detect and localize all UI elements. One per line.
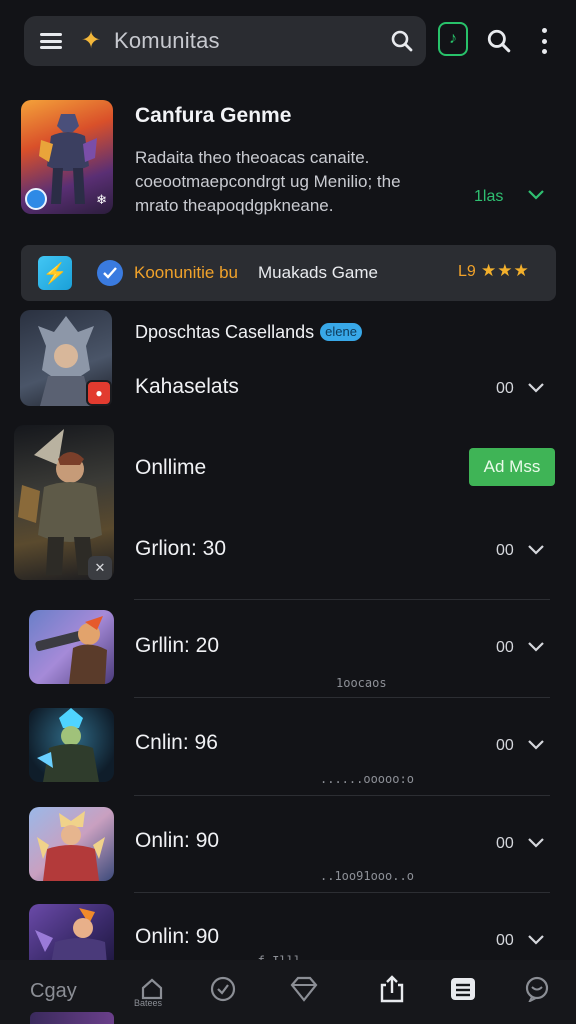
banner-text: Muakads Game [258, 263, 378, 282]
row-count: 00 [496, 835, 514, 852]
divider [134, 795, 550, 796]
banner-highlight: Koonunitie bu [134, 263, 238, 282]
gunner-artwork [35, 616, 107, 684]
row-title: Dposchtas Casellands elene [135, 322, 362, 343]
music-note-icon[interactable]: ♪ [438, 22, 468, 56]
check-icon [97, 260, 123, 286]
featured-description: Radaita theo theoacas canaite. coeootmae… [135, 148, 401, 215]
search-icon[interactable] [390, 29, 414, 53]
row-title: Onllime [135, 456, 207, 479]
more-vertical-icon[interactable] [540, 28, 548, 54]
row-label: Cnlin: 96 [135, 731, 218, 754]
search-bar[interactable]: ✦ Komunitas [24, 16, 426, 66]
game-avatar-peek [30, 1012, 114, 1024]
game-badge-icon [25, 188, 47, 210]
red-badge-icon: ● [86, 380, 112, 406]
list-icon[interactable] [448, 974, 478, 1004]
chevron-down-icon[interactable] [528, 383, 544, 393]
banner-rating: L9 [458, 263, 476, 280]
status-tag: elene [320, 323, 362, 341]
row-label: Kahaselats [135, 375, 239, 398]
warrior-artwork [39, 114, 97, 204]
row-label: Grlion: 30 [135, 537, 227, 560]
row-count: 00 [496, 737, 514, 754]
diamond-icon[interactable] [289, 974, 319, 1004]
row-label: Grllin: 20 [135, 634, 220, 657]
featured-game-thumbnail: ❄ [21, 100, 113, 214]
nav-label[interactable]: Cgay [30, 980, 77, 1003]
featured-meta: 1las [474, 188, 504, 205]
row-count: 00 [496, 542, 514, 559]
featured-game[interactable]: ❄ Canfura Genme Radaita theo theoacas ca… [0, 96, 576, 230]
check-circle-icon[interactable] [208, 974, 238, 1004]
row-count: 00 [496, 639, 514, 656]
divider [134, 599, 550, 600]
row-count: 00 [496, 380, 514, 397]
home-nav-label: Batees [134, 998, 163, 1008]
row-label: Onlin: 90 [135, 925, 220, 948]
row-subtext: ......ooooo:o [320, 772, 414, 786]
search-icon[interactable] [486, 28, 512, 54]
tools-icon: ✕ [88, 556, 112, 580]
row-count: 00 [496, 932, 514, 949]
divider [134, 892, 550, 893]
row-subtext: ..1oo91ooo..o [320, 869, 414, 883]
chevron-down-icon[interactable] [528, 740, 544, 750]
row-subtext: 1oocaos [336, 676, 387, 690]
action-button[interactable]: Ad Mss [469, 448, 555, 486]
star-logo-icon: ✦ [80, 27, 102, 54]
rating-stars: ★★★ [481, 261, 530, 280]
game-avatar[interactable] [29, 610, 114, 684]
game-avatar[interactable] [29, 708, 114, 782]
mage-artwork [35, 908, 107, 964]
chevron-down-icon[interactable] [528, 838, 544, 848]
game-avatar[interactable] [29, 904, 114, 964]
row-label: Onlin: 90 [135, 829, 220, 852]
divider [134, 697, 550, 698]
top-bar: ✦ Komunitas ♪ [0, 0, 576, 84]
hamburger-icon[interactable] [40, 33, 62, 49]
chevron-down-icon[interactable] [528, 642, 544, 652]
chevron-down-icon[interactable] [528, 190, 544, 200]
bolt-icon: ⚡ [38, 256, 72, 290]
community-banner[interactable]: ⚡ Koonunitie bu Muakads Game L9 ★★★ [21, 245, 556, 301]
chevron-down-icon[interactable] [528, 935, 544, 945]
game-avatar[interactable] [29, 807, 114, 881]
app-title: Komunitas [114, 28, 220, 53]
fighter-artwork [37, 811, 105, 881]
chevron-down-icon[interactable] [528, 545, 544, 555]
snowflake-icon: ❄ [96, 192, 107, 207]
featured-title: Canfura Genme [135, 104, 292, 127]
share-icon[interactable] [377, 974, 407, 1004]
chat-icon[interactable] [522, 974, 552, 1004]
sorcerer-artwork [37, 708, 99, 782]
